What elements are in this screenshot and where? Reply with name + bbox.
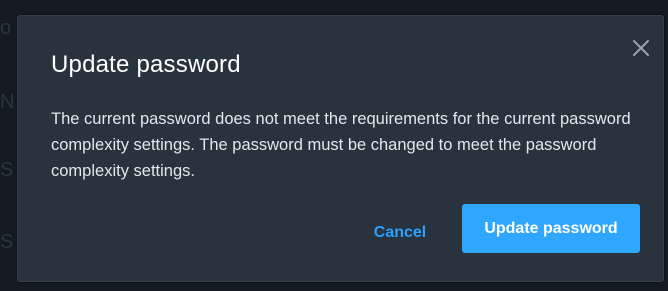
close-button[interactable] bbox=[627, 34, 655, 62]
background-text-fragment: S bbox=[0, 159, 14, 181]
background-text-fragment: o bbox=[0, 17, 12, 39]
background-text-fragment: N bbox=[0, 91, 15, 113]
update-password-dialog: Update password The current password doe… bbox=[17, 15, 664, 282]
dialog-message: The current password does not meet the r… bbox=[51, 110, 631, 180]
cancel-button[interactable]: Cancel bbox=[364, 216, 436, 250]
update-password-button[interactable]: Update password bbox=[462, 204, 640, 253]
background-text-fragment: S bbox=[0, 231, 14, 253]
dialog-title: Update password bbox=[51, 51, 241, 78]
close-icon bbox=[633, 40, 649, 56]
